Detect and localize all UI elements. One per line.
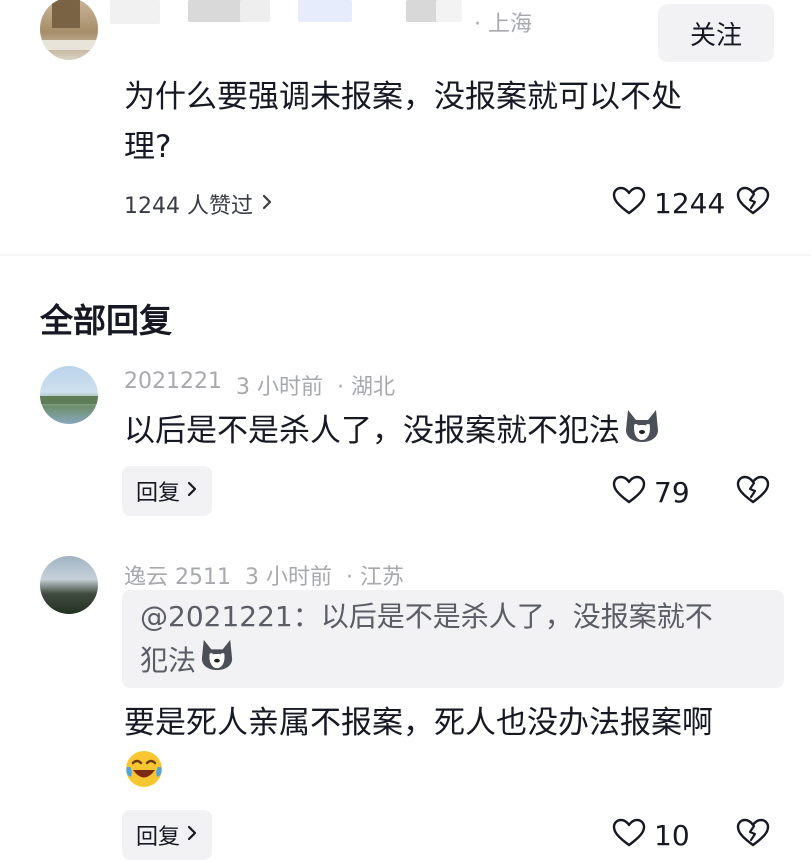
follow-button[interactable]: 关注 [658,4,774,62]
reply-text-content: 要是死人亲属不报案，死人也没办法报案啊 [124,705,713,741]
reply-avatar[interactable] [40,366,98,424]
reply-text: 要是死人亲属不报案，死人也没办法报案啊 [124,700,794,792]
reply-time: 3 小时前 [235,375,323,400]
reply-avatar[interactable] [40,556,98,614]
top-comment-dislike[interactable] [736,186,770,220]
laughing-emoji [124,746,794,792]
reply-text: 以后是不是杀人了，没报案就不犯法 [124,408,662,454]
chevron-right-icon [186,823,198,848]
husky-emoji [198,638,236,684]
heart-icon [612,818,646,852]
reply-button-label: 回复 [136,481,181,506]
top-comment-text-line1: 为什么要强调未报案，没报案就可以不处 [124,79,682,115]
reply-like-count: 79 [654,475,690,509]
reply-button-label: 回复 [136,825,181,850]
quoted-reply[interactable]: @2021221：以后是不是杀人了，没报案就不 犯法 [122,590,784,688]
follow-button-label: 关注 [689,20,742,51]
reply-location: · 江苏 [345,565,404,590]
broken-heart-icon [736,818,770,852]
replies-header: 全部回复 [40,301,172,340]
reply-dislike[interactable] [736,818,770,852]
likers-link[interactable]: 1244 人赞过 [124,188,273,220]
broken-heart-icon [736,186,770,220]
top-comment-like[interactable]: 1244 [612,186,725,220]
top-comment-text: 为什么要强调未报案，没报案就可以不处 理? [124,72,764,172]
top-comment-avatar[interactable] [40,0,98,60]
reply-like[interactable]: 10 [612,818,690,852]
reply-username[interactable]: 逸云 2511 [124,559,231,591]
quoted-text-line2: 犯法 [140,644,197,677]
chevron-right-icon [261,192,273,217]
likers-text: 1244 人赞过 [124,194,253,219]
reply-like-count: 10 [654,818,690,852]
husky-emoji [622,408,662,454]
chevron-right-icon [186,479,198,504]
reply-like[interactable]: 79 [612,475,690,509]
reply-time: 3 小时前 [244,565,332,590]
reply-meta: 2021221 3 小时前 · 湖北 [124,369,395,401]
top-comment-like-count: 1244 [654,186,726,220]
reply-button[interactable]: 回复 [122,466,213,516]
quoted-text-line1: @2021221：以后是不是杀人了，没报案就不 [140,600,713,633]
top-comment-text-line2: 理? [124,129,172,165]
top-comment-location: · 上海 [474,12,532,37]
reply-meta: 逸云 2511 3 小时前 · 江苏 [124,559,404,591]
heart-icon [612,475,646,509]
broken-heart-icon [736,475,770,509]
reply-dislike[interactable] [736,475,770,509]
section-divider [0,254,811,256]
reply-button[interactable]: 回复 [122,810,213,860]
reply-location: · 湖北 [336,375,395,400]
reply-text-content: 以后是不是杀人了，没报案就不犯法 [124,413,620,449]
heart-icon [612,186,646,220]
reply-username[interactable]: 2021221 [124,369,222,401]
